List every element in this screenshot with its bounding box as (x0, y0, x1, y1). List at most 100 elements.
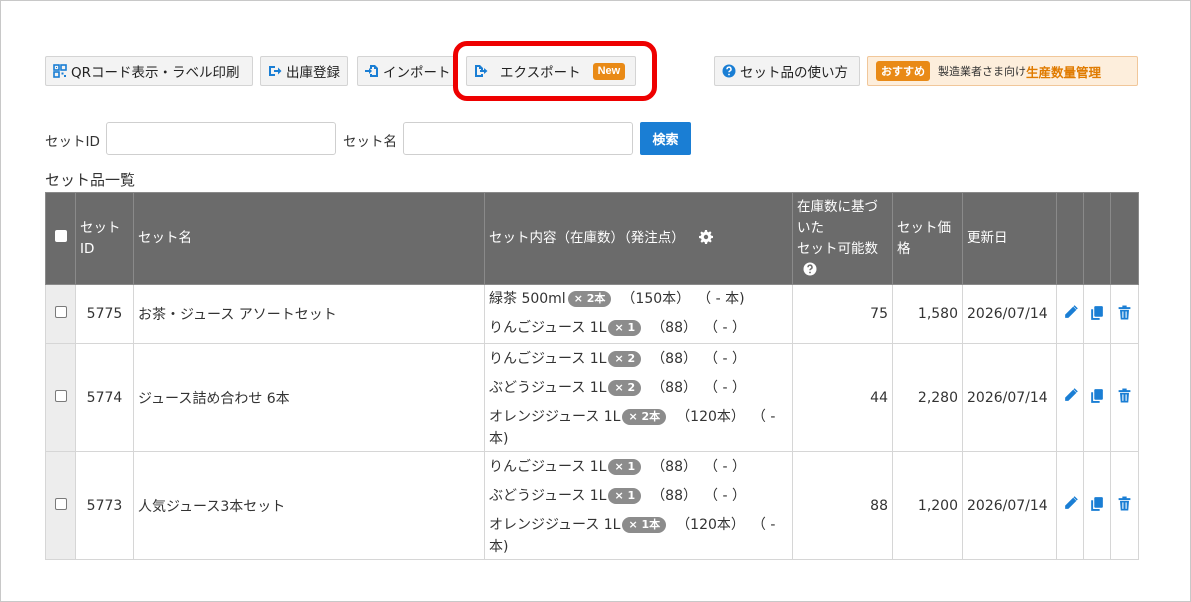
set-name-cell: 人気ジュース3本セット (133, 451, 485, 560)
qr-icon (53, 64, 67, 78)
item-stock: （88） (651, 488, 698, 504)
edit-cell (1056, 451, 1084, 560)
set-name-input[interactable] (403, 122, 633, 155)
promo-badge: おすすめ (876, 61, 930, 81)
possible-count-cell: 44 (792, 343, 893, 452)
list-title: セット品一覧 (45, 171, 136, 189)
edit-cell (1056, 284, 1084, 344)
table-header-row: セット ID セット名 セット内容（在庫数）（発注点） 在庫数に基づいた セット… (45, 192, 1139, 285)
copy-icon[interactable] (1090, 305, 1105, 324)
qty-badge: × 1本 (622, 517, 667, 533)
set-id-cell: 5774 (75, 343, 134, 452)
pencil-icon[interactable] (1063, 496, 1078, 515)
item-stock: （120本） (676, 517, 745, 533)
set-item: オレンジジュース 1L × 1本 （120本）（ - 本) (489, 511, 788, 558)
item-name: オレンジジュース 1L (489, 517, 621, 533)
item-stock: （88） (651, 380, 698, 396)
item-stock: （88） (651, 351, 698, 367)
row-checkbox[interactable] (54, 389, 67, 402)
updated-cell: 2026/07/14 (962, 451, 1057, 560)
updated-cell: 2026/07/14 (962, 284, 1057, 344)
item-order-point: （ - 本) (704, 291, 745, 307)
item-name: りんごジュース 1L (489, 459, 607, 475)
row-select-cell[interactable] (45, 284, 76, 344)
gear-icon[interactable] (685, 230, 713, 246)
trash-icon[interactable] (1117, 388, 1132, 407)
item-name: オレンジジュース 1L (489, 409, 621, 425)
set-item: ぶどうジュース 1L × 1 （88） （ - ） (489, 482, 788, 511)
price-cell: 1,580 (892, 284, 963, 344)
delete-cell (1110, 343, 1139, 452)
item-order-point: （ - ） (711, 320, 746, 336)
pencil-icon[interactable] (1063, 388, 1078, 407)
shipping-register-button[interactable]: 出庫登録 (260, 56, 348, 86)
item-stock: （120本） (676, 409, 745, 425)
item-order-point: （ - ） (711, 488, 746, 504)
header-contents: セット内容（在庫数）（発注点） (484, 192, 793, 285)
table-row: 5773 人気ジュース3本セット りんごジュース 1L × 1 （88）（ - ）ぶどう… (45, 451, 1139, 560)
row-select-cell[interactable] (45, 451, 76, 560)
qty-badge: × 2 (608, 351, 642, 367)
question-circle-icon[interactable] (797, 262, 817, 278)
set-id-cell: 5773 (75, 451, 134, 560)
search-button[interactable]: 検索 (640, 122, 691, 155)
header-possible: 在庫数に基づいた セット可能数 (792, 192, 893, 285)
promo-accent: 生産数量管理 (1026, 64, 1102, 80)
promo-banner[interactable]: おすすめ 製造業者さま向け 生産数量管理 (867, 56, 1138, 86)
copy-cell (1083, 284, 1111, 344)
header-select-all[interactable] (45, 192, 76, 285)
header-edit (1056, 192, 1084, 285)
row-checkbox[interactable] (54, 306, 67, 318)
set-table: セット ID セット名 セット内容（在庫数）（発注点） 在庫数に基づいた セット… (45, 192, 1139, 560)
import-label: インポート (383, 65, 451, 81)
row-checkbox[interactable] (54, 497, 67, 510)
item-name: ぶどうジュース 1L (489, 488, 607, 504)
delete-cell (1110, 284, 1139, 344)
qty-badge: × 2 (608, 380, 642, 396)
price-cell: 2,280 (892, 343, 963, 452)
import-button[interactable]: インポート (357, 56, 457, 86)
shipping-register-label: 出庫登録 (286, 65, 340, 81)
set-contents-cell: りんごジュース 1L × 1 （88） （ - ） ぶどうジュース 1L × 1 （88） （… (484, 451, 793, 560)
howto-label: セット品の使い方 (740, 65, 848, 81)
set-name-cell: お茶・ジュース アソートセット (133, 284, 485, 344)
header-delete (1110, 192, 1139, 285)
select-all-checkbox[interactable] (54, 230, 67, 242)
qty-badge: × 2本 (567, 291, 612, 307)
item-order-point: （ - ） (711, 351, 746, 367)
qty-badge: × 2本 (622, 409, 667, 425)
file-import-icon (365, 64, 379, 78)
copy-icon[interactable] (1090, 497, 1105, 515)
question-circle-icon (722, 64, 736, 78)
table-row: 5775 お茶・ジュース アソートセット 緑茶 500ml × 2本 （150本） （ -… (45, 284, 1139, 344)
item-stock: （150本） (621, 291, 691, 307)
table-row: 5774 ジュース詰め合わせ 6本 りんごジュース 1L × 2 （88）（ - ）ぶど… (45, 343, 1139, 452)
qr-label-print-button[interactable]: QRコード表示・ラベル印刷 (45, 56, 253, 86)
copy-icon[interactable] (1090, 389, 1105, 407)
export-highlight-frame (453, 41, 657, 101)
trash-icon[interactable] (1117, 305, 1132, 324)
set-contents-cell: りんごジュース 1L × 2 （88） （ - ） ぶどうジュース 1L × 2 （88） （… (484, 343, 793, 452)
delete-cell (1110, 451, 1139, 560)
item-stock: （88） (651, 320, 698, 336)
item-order-point: （ - ） (711, 380, 746, 396)
set-name-cell: ジュース詰め合わせ 6本 (133, 343, 485, 452)
copy-cell (1083, 343, 1111, 452)
set-item: 緑茶 500ml × 2本 （150本） （ - 本) (489, 285, 788, 314)
header-copy (1083, 192, 1111, 285)
set-id-input[interactable] (106, 122, 336, 155)
trash-icon[interactable] (1117, 496, 1132, 515)
price-cell: 1,200 (892, 451, 963, 560)
howto-button[interactable]: セット品の使い方 (714, 56, 860, 86)
pencil-icon[interactable] (1063, 304, 1078, 324)
row-select-cell[interactable] (45, 343, 76, 452)
qty-badge: × 1 (608, 320, 642, 336)
sign-out-icon (268, 64, 282, 78)
item-stock: （88） (651, 459, 698, 475)
possible-count-cell: 75 (792, 284, 893, 344)
item-name: 緑茶 500ml (489, 291, 566, 307)
table-body: 5775 お茶・ジュース アソートセット 緑茶 500ml × 2本 （150本）（ -… (45, 284, 1139, 560)
item-name: ぶどうジュース 1L (489, 380, 607, 396)
set-item: オレンジジュース 1L × 2本 （120本）（ - 本) (489, 403, 788, 450)
header-contents-label: セット内容（在庫数）（発注点） (489, 230, 685, 246)
